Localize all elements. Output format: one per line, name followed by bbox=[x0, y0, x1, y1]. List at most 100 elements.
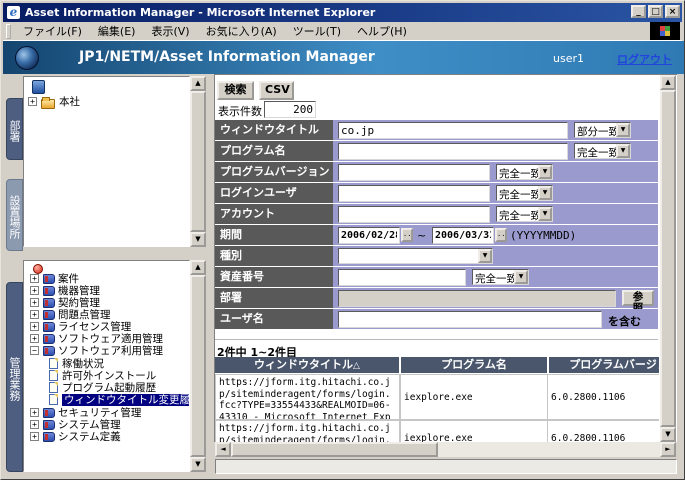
tab-location[interactable]: 設置場所 bbox=[6, 179, 23, 251]
form-row-department: 部署 参照 bbox=[215, 288, 658, 308]
program-version-match-select[interactable]: 完全一致▼ bbox=[496, 164, 553, 180]
logout-link[interactable]: ログアウト bbox=[617, 51, 672, 67]
form-row-window-title: ウィンドウタイトル 部分一致▼ bbox=[215, 120, 658, 140]
column-header-program[interactable]: プログラム名 bbox=[401, 357, 547, 373]
close-button[interactable]: × bbox=[665, 5, 680, 18]
task-tree-scrollbar[interactable]: ▲ ▼ bbox=[190, 260, 206, 472]
tree-expand-icon[interactable]: + bbox=[30, 298, 39, 307]
result-cell-program: iexplore.exe bbox=[400, 420, 548, 442]
book-icon bbox=[43, 408, 55, 418]
maximize-button[interactable]: □ bbox=[648, 5, 663, 18]
divider bbox=[215, 339, 658, 343]
scrollbar-thumb[interactable] bbox=[231, 442, 438, 457]
account-input[interactable] bbox=[338, 206, 490, 223]
tree-root-icon bbox=[32, 80, 45, 94]
period-to-input[interactable] bbox=[432, 227, 494, 244]
app-title: JP1/NETM/Asset Information Manager bbox=[79, 49, 375, 65]
menu-tools[interactable]: ツール(T) bbox=[285, 21, 349, 41]
scroll-down-icon[interactable]: ▼ bbox=[660, 427, 676, 442]
program-name-match-select[interactable]: 完全一致▼ bbox=[574, 143, 631, 159]
scroll-right-icon[interactable]: ► bbox=[660, 442, 676, 457]
display-count-label: 表示件数 bbox=[218, 103, 262, 119]
window-title-input[interactable] bbox=[338, 122, 568, 139]
tree-expand-icon[interactable]: + bbox=[30, 432, 39, 441]
asset-number-input[interactable] bbox=[338, 269, 466, 286]
tree-expand-icon[interactable]: + bbox=[30, 420, 39, 429]
calendar-picker-icon[interactable]: .. bbox=[401, 228, 413, 242]
form-row-account: アカウント 完全一致▼ bbox=[215, 204, 658, 224]
dropdown-arrow-icon: ▼ bbox=[538, 207, 552, 221]
tree-expand-icon[interactable]: + bbox=[30, 286, 39, 295]
toolbar-grip-icon bbox=[6, 24, 11, 39]
period-tilde: ~ bbox=[417, 229, 426, 242]
menu-file[interactable]: ファイル(F) bbox=[15, 21, 90, 41]
menu-help[interactable]: ヘルプ(H) bbox=[349, 21, 415, 41]
tree-expand-icon[interactable]: + bbox=[30, 408, 39, 417]
tree-expand-icon[interactable]: + bbox=[30, 310, 39, 319]
field-label: プログラム名 bbox=[215, 141, 333, 161]
result-cell-window-title: https://jform.itg.hitachi.co.jp/sitemind… bbox=[215, 374, 400, 420]
display-count-input[interactable] bbox=[264, 101, 316, 118]
scrollbar-thumb[interactable] bbox=[660, 90, 676, 427]
tree-collapse-icon[interactable]: − bbox=[30, 346, 39, 355]
tab-management-tasks[interactable]: 管理業務 bbox=[6, 282, 23, 472]
tree-expand-icon[interactable]: + bbox=[30, 322, 39, 331]
login-user-match-select[interactable]: 完全一致▼ bbox=[496, 185, 553, 201]
window-title-match-select[interactable]: 部分一致▼ bbox=[574, 122, 631, 138]
minimize-button[interactable]: _ bbox=[631, 5, 646, 18]
ie-throbber-icon bbox=[650, 22, 680, 40]
scroll-up-icon[interactable]: ▲ bbox=[190, 76, 206, 91]
scrollbar-thumb[interactable] bbox=[190, 275, 206, 457]
account-match-select[interactable]: 完全一致▼ bbox=[496, 206, 553, 222]
menu-favorites[interactable]: お気に入り(A) bbox=[198, 21, 285, 41]
csv-button[interactable]: CSV bbox=[259, 81, 294, 100]
program-name-input[interactable] bbox=[338, 143, 568, 160]
result-cell-version: 6.0.2800.1106 bbox=[547, 420, 659, 442]
book-icon bbox=[43, 432, 55, 442]
type-select[interactable]: ▼ bbox=[338, 248, 493, 264]
login-user-input[interactable] bbox=[338, 185, 490, 202]
field-label: ユーザ名 bbox=[215, 309, 333, 329]
scrollbar-thumb[interactable] bbox=[190, 91, 206, 232]
browse-button[interactable]: 参照 bbox=[622, 290, 654, 306]
calendar-picker-icon[interactable]: .. bbox=[495, 228, 507, 242]
form-row-period: 期間 .. ~ .. (YYYYMMDD) bbox=[215, 225, 658, 245]
search-button[interactable]: 検索 bbox=[217, 81, 254, 100]
field-label: ログインユーザ bbox=[215, 183, 333, 203]
scroll-left-icon[interactable]: ◄ bbox=[215, 442, 231, 457]
dropdown-arrow-icon: ▼ bbox=[478, 249, 492, 263]
book-icon bbox=[43, 274, 55, 284]
tree-expand-icon[interactable]: + bbox=[28, 97, 37, 106]
form-row-login-user: ログインユーザ 完全一致▼ bbox=[215, 183, 658, 203]
scroll-down-icon[interactable]: ▼ bbox=[190, 232, 206, 247]
program-version-input[interactable] bbox=[338, 164, 490, 181]
column-header-version[interactable]: プログラムバージョン bbox=[549, 357, 659, 373]
dropdown-arrow-icon: ▼ bbox=[616, 144, 630, 158]
results-table: ウィンドウタイトル△ プログラム名 プログラムバージョン https://jfo… bbox=[215, 357, 659, 442]
tree-expand-icon[interactable]: + bbox=[30, 334, 39, 343]
form-row-program-name: プログラム名 完全一致▼ bbox=[215, 141, 658, 161]
form-row-type: 種別 ▼ bbox=[215, 246, 658, 266]
form-row-asset-number: 資産番号 完全一致▼ bbox=[215, 267, 658, 287]
department-tree-scrollbar[interactable]: ▲ ▼ bbox=[190, 76, 206, 247]
scroll-down-icon[interactable]: ▼ bbox=[190, 457, 206, 472]
browser-window: e Asset Information Manager - Microsoft … bbox=[0, 0, 685, 480]
user-name-input[interactable] bbox=[338, 311, 602, 328]
menu-edit[interactable]: 編集(E) bbox=[90, 21, 144, 41]
period-from-input[interactable] bbox=[338, 227, 400, 244]
field-label: 資産番号 bbox=[215, 267, 333, 287]
tab-department[interactable]: 部署 bbox=[6, 98, 23, 160]
scroll-up-icon[interactable]: ▲ bbox=[190, 260, 206, 275]
book-icon bbox=[43, 346, 55, 356]
tree-expand-icon[interactable]: + bbox=[30, 274, 39, 283]
department-input bbox=[338, 290, 616, 307]
book-icon bbox=[43, 334, 55, 344]
main-vertical-scrollbar[interactable]: ▲ ▼ bbox=[660, 75, 676, 442]
column-header-window-title[interactable]: ウィンドウタイトル△ bbox=[215, 357, 399, 373]
menu-view[interactable]: 表示(V) bbox=[143, 21, 197, 41]
page-icon bbox=[49, 370, 58, 381]
main-horizontal-scrollbar[interactable]: ◄ ► bbox=[215, 442, 676, 457]
asset-number-match-select[interactable]: 完全一致▼ bbox=[472, 269, 529, 285]
tree-root-icon bbox=[33, 264, 43, 274]
scroll-up-icon[interactable]: ▲ bbox=[660, 75, 676, 90]
